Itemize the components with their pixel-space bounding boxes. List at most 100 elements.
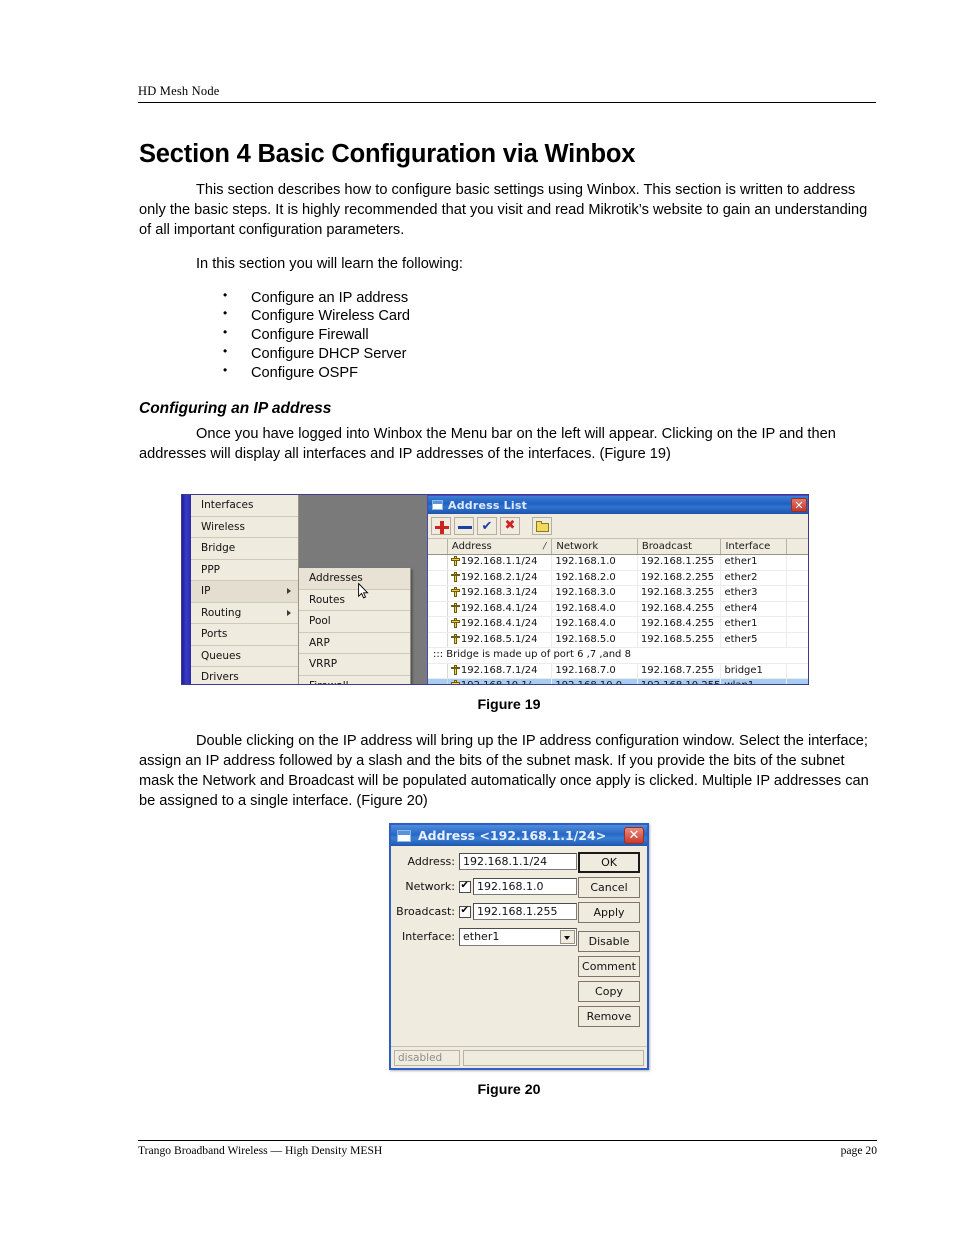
- cell-filler: [787, 664, 808, 679]
- winbox-submenu-item-vrrp[interactable]: VRRP: [299, 654, 410, 676]
- comment-button[interactable]: [532, 517, 552, 535]
- table-row[interactable]: 192.168.1.1/24 192.168.1.0 192.168.1.255 et…: [428, 555, 808, 571]
- winbox-menu-item-label: Interfaces: [201, 499, 254, 511]
- table-row[interactable]: 192.168.2.1/24 192.168.2.0 192.168.2.255 et…: [428, 570, 808, 586]
- winbox-menu-item-ip[interactable]: IP: [191, 581, 298, 603]
- cell-network: 192.168.5.0: [552, 632, 638, 647]
- cell-network: 192.168.7.0: [552, 663, 638, 678]
- address-flag-icon: [450, 618, 460, 628]
- winbox-submenu-item-routes[interactable]: Routes: [299, 590, 410, 611]
- winbox-window-edge: [182, 495, 191, 684]
- broadcast-checkbox[interactable]: [459, 905, 471, 918]
- column-header-network[interactable]: Network: [552, 539, 638, 554]
- table-row[interactable]: 192.168.5.1/24 192.168.5.0 192.168.5.255 et…: [428, 632, 808, 648]
- winbox-menu-item-interfaces[interactable]: Interfaces: [191, 495, 298, 517]
- winbox-submenu-item-addresses[interactable]: Addresses: [299, 568, 410, 590]
- address-flag-icon: [450, 602, 460, 613]
- table-row[interactable]: 192.168.7.1/24 192.168.7.0 192.168.7.255 br…: [428, 663, 808, 679]
- cell-broadcast: 192.168.7.255: [638, 663, 722, 678]
- cell-broadcast: 192.168.10.255: [638, 679, 722, 684]
- cell-address: 192.168.4.1/24: [448, 601, 553, 616]
- address-input[interactable]: 192.168.1.1/24: [459, 853, 577, 870]
- cell-filler: [787, 633, 808, 648]
- table-row[interactable]: 192.168.10.1/... 192.168.10.0192.168.10.2…: [428, 679, 808, 684]
- winbox-menu-item-wireless[interactable]: Wireless: [191, 516, 298, 538]
- cell-address-text: 192.168.3.1/24: [460, 587, 538, 598]
- cell-address-text: 192.168.7.1/24: [460, 664, 538, 676]
- address-list-titlebar[interactable]: Address List ✕: [428, 496, 808, 514]
- winbox-menu-item-label: Ports: [201, 628, 228, 640]
- submenu-arrow-icon: [287, 588, 291, 595]
- remove-button[interactable]: Remove: [578, 1006, 640, 1027]
- field-row-broadcast: Broadcast: 192.168.1.255: [391, 903, 577, 920]
- winbox-menu-item-label: Bridge: [201, 542, 236, 554]
- cell-address: 192.168.4.1/24: [448, 617, 553, 632]
- table-row[interactable]: 192.168.4.1/24 192.168.4.0 192.168.4.255 et…: [428, 601, 808, 617]
- cell-filler: [787, 602, 808, 617]
- column-header-address-label: Address: [451, 541, 492, 552]
- winbox-menu-item-bridge[interactable]: Bridge: [191, 538, 298, 560]
- winbox-submenu-item-pool[interactable]: Pool: [299, 611, 410, 633]
- winbox-menu-item-queues[interactable]: Queues: [191, 645, 298, 667]
- status-badge: disabled: [394, 1049, 460, 1066]
- column-header-interface[interactable]: Interface: [721, 539, 788, 554]
- address-list-title: Address List: [448, 498, 528, 512]
- comment-button[interactable]: Comment: [578, 956, 640, 977]
- table-header-row: Address / Network Broadcast Interface: [428, 539, 808, 555]
- cell-interface: ether2: [721, 570, 788, 585]
- address-flag-icon: [450, 664, 460, 675]
- cell-interface: ether4: [721, 601, 788, 616]
- submenu-arrow-icon: [287, 609, 291, 616]
- mouse-cursor-icon: [358, 583, 369, 599]
- apply-button[interactable]: Apply: [578, 902, 640, 923]
- broadcast-input[interactable]: 192.168.1.255: [473, 903, 577, 920]
- winbox-menu-item-drivers[interactable]: Drivers: [191, 667, 298, 684]
- winbox-menu-item-ports[interactable]: Ports: [191, 624, 298, 646]
- winbox-menu-item-ppp[interactable]: PPP: [191, 559, 298, 581]
- winbox-menu-item-label: Queues: [201, 649, 241, 662]
- address-flag-icon: [450, 571, 460, 582]
- close-icon[interactable]: ✕: [624, 827, 644, 844]
- add-button[interactable]: [431, 517, 451, 535]
- learn-lead-paragraph: In this section you will learn the follo…: [196, 255, 463, 272]
- address-dialog-titlebar[interactable]: Address <192.168.1.1/24> ✕: [391, 825, 647, 846]
- field-row-interface: Interface: ether1: [391, 927, 577, 946]
- winbox-submenu-item-arp[interactable]: ARP: [299, 633, 410, 654]
- cell-address-text: 192.168.2.1/24: [460, 571, 538, 583]
- table-row[interactable]: 192.168.4.1/24 192.168.4.0 192.168.4.255 et…: [428, 617, 808, 633]
- figure19-caption: Figure 19: [477, 697, 541, 713]
- sort-indicator-icon: /: [542, 541, 548, 551]
- winbox-menu-item-label: Wireless: [201, 520, 245, 533]
- enable-button[interactable]: ✔: [477, 517, 497, 535]
- row-flag-cell: [428, 570, 448, 585]
- winbox-menu-item-routing[interactable]: Routing: [191, 602, 298, 624]
- address-flag-icon: [450, 556, 460, 566]
- disable-button[interactable]: ✖: [500, 517, 520, 535]
- disable-button[interactable]: Disable: [578, 931, 640, 952]
- cell-network: 192.168.4.0: [552, 601, 638, 616]
- cell-interface: ether1: [721, 617, 788, 632]
- cell-filler: [787, 571, 808, 586]
- cell-address: 192.168.5.1/24: [448, 632, 553, 647]
- cancel-button[interactable]: Cancel: [578, 877, 640, 898]
- ok-button[interactable]: OK: [578, 852, 640, 873]
- interface-select[interactable]: ether1: [459, 927, 577, 946]
- network-input[interactable]: 192.168.1.0: [473, 878, 577, 895]
- column-header-address[interactable]: Address /: [448, 539, 553, 554]
- cell-address-text: 192.168.4.1/24: [460, 618, 538, 629]
- cell-address-text: 192.168.1.1/24: [460, 556, 538, 567]
- table-row[interactable]: 192.168.3.1/24 192.168.3.0 192.168.3.255 et…: [428, 586, 808, 602]
- address-dialog-body: Address: 192.168.1.1/24 Network: 192.168.1.…: [391, 846, 647, 1046]
- chevron-down-icon[interactable]: [560, 929, 575, 944]
- winbox-submenu-item-firewall[interactable]: Firewall: [299, 676, 410, 685]
- table-comment-row[interactable]: ::: Bridge is made up of port 6 ,7 ,and …: [428, 648, 808, 664]
- column-header-broadcast[interactable]: Broadcast: [638, 539, 722, 554]
- cell-filler: [787, 679, 808, 684]
- address-list-toolbar: ✔ ✖: [428, 514, 808, 539]
- address-dialog-buttons: OK Cancel Apply Disable Comment Copy Remove: [578, 852, 640, 1031]
- network-checkbox[interactable]: [459, 880, 471, 893]
- cell-network: 192.168.3.0: [552, 586, 638, 601]
- close-icon[interactable]: ✕: [791, 497, 807, 512]
- remove-button[interactable]: [454, 517, 474, 535]
- copy-button[interactable]: Copy: [578, 981, 640, 1002]
